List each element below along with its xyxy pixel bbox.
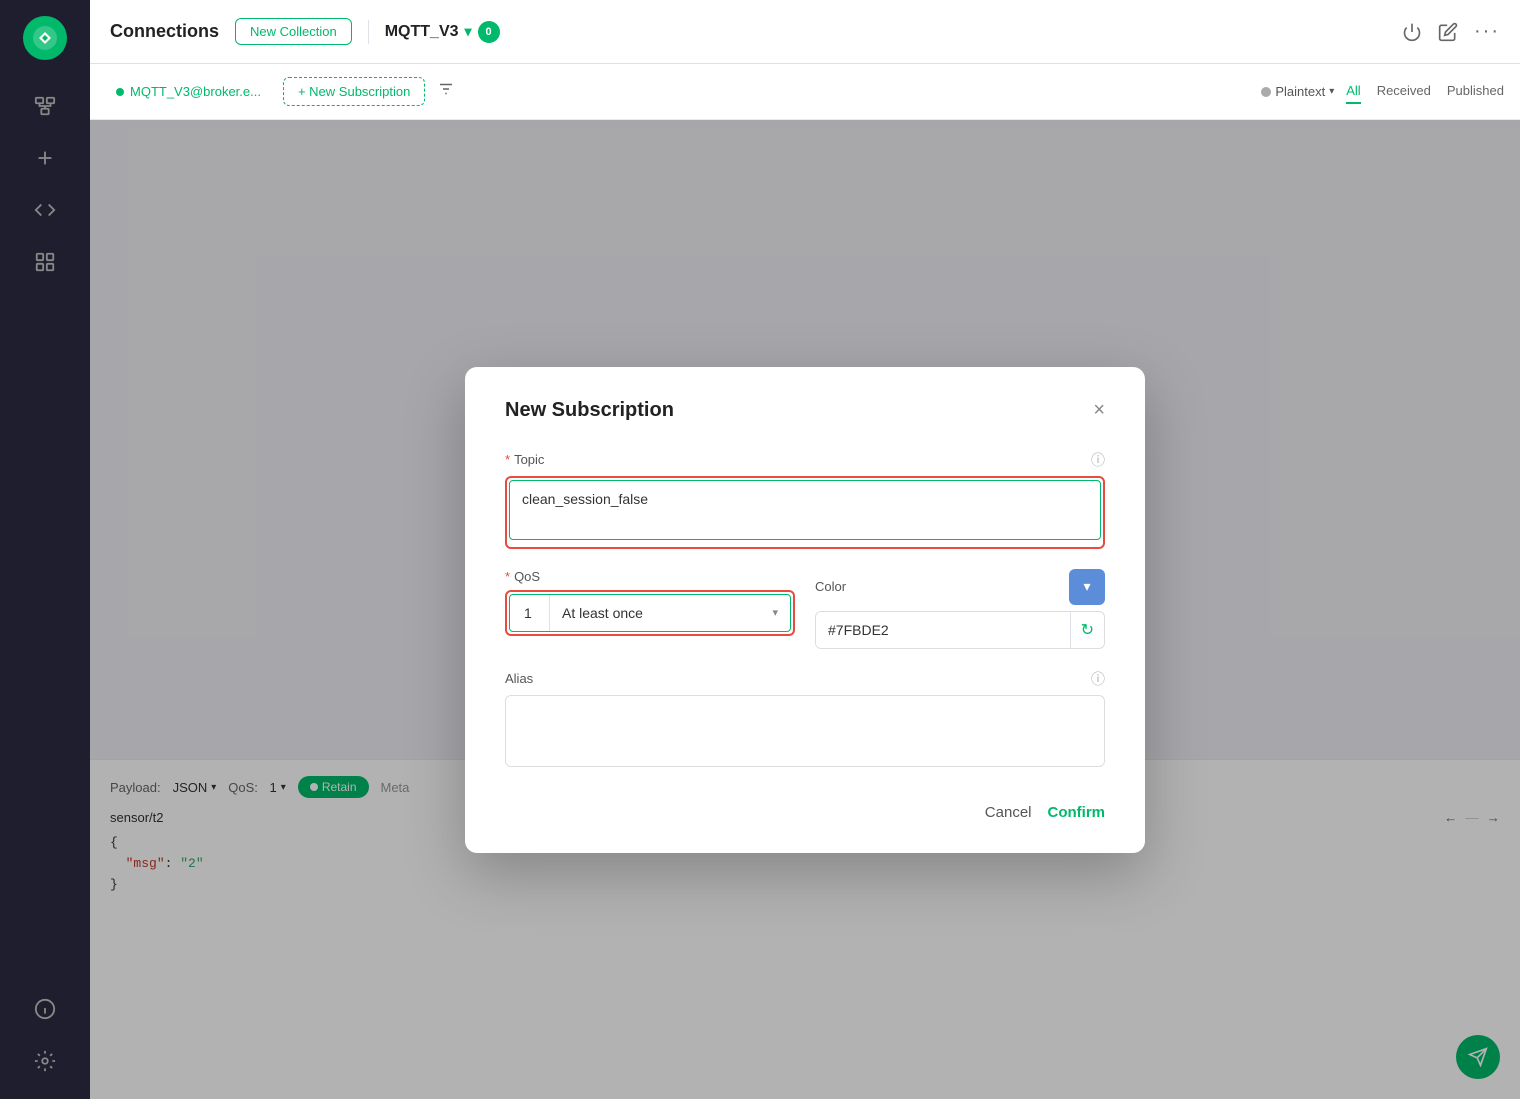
filter-tabs: All Received Published [1346,79,1504,104]
connection-status-dot [116,88,124,96]
toolbar-right: Plaintext ▾ All Received Published [1261,79,1504,104]
tab-published[interactable]: Published [1447,79,1504,104]
alias-label-row: Alias ⓘ [505,669,1105,689]
new-subscription-modal: New Subscription × * Topic ⓘ clean_sessi… [465,367,1145,853]
plaintext-button[interactable]: Plaintext ▾ [1261,84,1334,99]
qos-number: 1 [510,595,550,631]
more-options-button[interactable]: ··· [1474,20,1500,43]
tab-received[interactable]: Received [1377,79,1431,104]
connection-list-item[interactable]: MQTT_V3@broker.e... [106,78,271,105]
topic-field-section: * Topic ⓘ clean_session_false [505,450,1105,549]
qos-dropdown-chevron: ▾ [772,606,778,619]
modal-header: New Subscription × [505,399,1105,422]
qos-color-row: * QoS 1 At least once ▾ [505,569,1105,649]
power-button[interactable] [1402,22,1422,42]
sidebar [0,0,90,1099]
topic-label-row: * Topic ⓘ [505,450,1105,470]
color-input-row: ↻ [815,611,1105,649]
alias-info-icon: ⓘ [1091,669,1105,689]
color-label: Color [815,579,846,594]
modal-close-button[interactable]: × [1093,400,1105,420]
sidebar-item-code[interactable] [23,188,67,232]
topic-field-box: clean_session_false [505,476,1105,549]
connection-name-header: MQTT_V3 ▾ 0 [385,21,500,43]
sidebar-item-settings[interactable] [23,1039,67,1083]
tab-all[interactable]: All [1346,79,1360,104]
header-bar: Connections New Collection MQTT_V3 ▾ 0 ·… [90,0,1520,64]
topic-input[interactable]: clean_session_false [509,480,1101,540]
modal-title: New Subscription [505,399,674,422]
alias-label: Alias [505,671,533,686]
confirm-button[interactable]: Confirm [1048,804,1106,821]
modal-overlay: New Subscription × * Topic ⓘ clean_sessi… [90,120,1520,1099]
sidebar-item-data[interactable] [23,240,67,284]
cancel-button[interactable]: Cancel [985,804,1032,821]
qos-label: * QoS [505,569,540,584]
new-subscription-button[interactable]: + New Subscription [283,77,425,106]
color-refresh-button[interactable]: ↻ [1070,612,1104,648]
header-actions: ··· [1402,20,1500,43]
new-collection-button[interactable]: New Collection [235,18,352,45]
qos-field-section: * QoS 1 At least once ▾ [505,569,795,649]
color-field-section: Color ▾ ↻ [815,569,1105,649]
alias-field-section: Alias ⓘ [505,669,1105,772]
edit-button[interactable] [1438,22,1458,42]
plaintext-chevron: ▾ [1329,86,1334,97]
color-swatch-button[interactable]: ▾ [1069,569,1105,605]
topic-required-marker: * [505,452,510,467]
connection-label: MQTT_V3@broker.e... [130,84,261,99]
filter-icon-button[interactable] [437,80,455,103]
color-label-row: Color ▾ [815,569,1105,605]
qos-text-value: At least once ▾ [550,595,790,631]
topic-label: * Topic [505,452,544,467]
topic-info-icon: ⓘ [1091,450,1105,470]
page-title: Connections [110,21,219,42]
alias-input[interactable] [505,695,1105,767]
main-content: Connections New Collection MQTT_V3 ▾ 0 ·… [90,0,1520,1099]
color-hex-input[interactable] [816,612,1070,648]
modal-footer: Cancel Confirm [505,804,1105,821]
qos-wrapper: 1 At least once ▾ [505,590,795,636]
color-swatch-chevron: ▾ [1083,578,1090,595]
qos-label-row: * QoS [505,569,795,584]
header-divider [368,20,369,44]
toolbar: MQTT_V3@broker.e... + New Subscription P… [90,64,1520,120]
sidebar-item-info[interactable] [23,987,67,1031]
plaintext-status-dot [1261,87,1271,97]
content-area: Payload: JSON ▾ QoS: 1 ▾ Retain Meta [90,120,1520,1099]
chevron-down-icon: ▾ [465,23,472,40]
sidebar-item-add[interactable] [23,136,67,180]
qos-required-marker: * [505,569,510,584]
app-logo [23,16,67,60]
sidebar-item-connections[interactable] [23,84,67,128]
qos-select-row[interactable]: 1 At least once ▾ [509,594,791,632]
connection-badge: 0 [478,21,500,43]
